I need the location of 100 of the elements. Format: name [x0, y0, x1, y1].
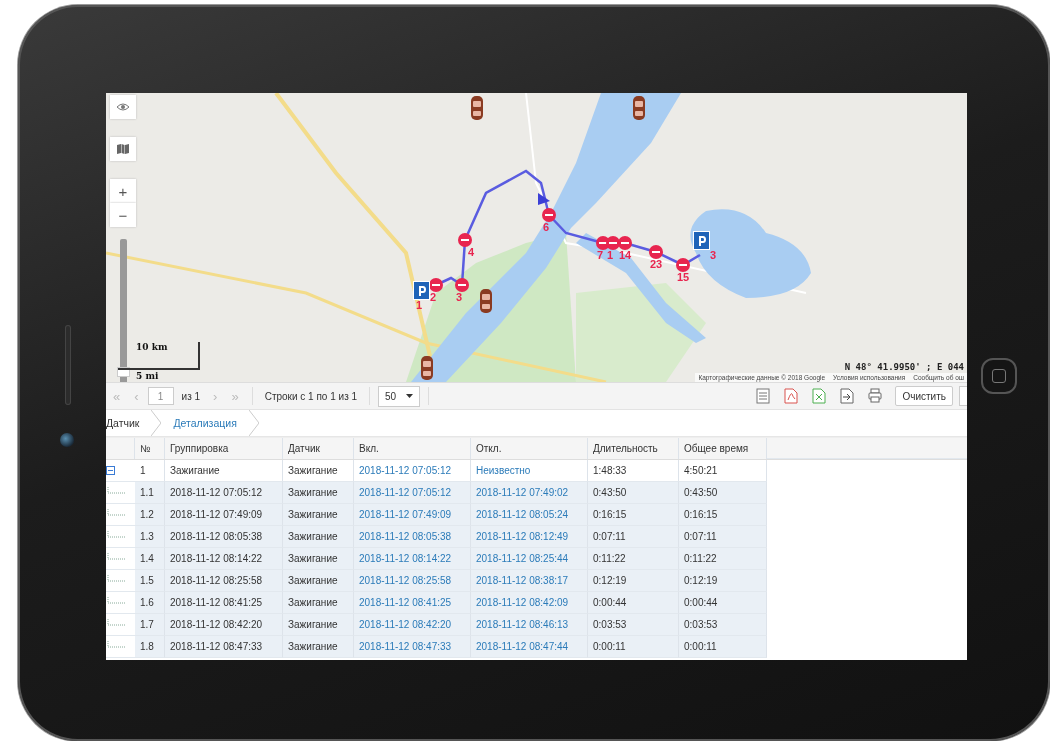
stop-number: 7 [597, 250, 604, 261]
column-header[interactable]: Откл. [471, 438, 588, 459]
time-link[interactable]: 2018-11-12 08:38:17 [471, 570, 588, 592]
table-cell: 2018-11-12 08:42:20 [165, 614, 283, 636]
table-cell: 2018-11-12 08:14:22 [165, 548, 283, 570]
table-cell: Зажигание [283, 504, 354, 526]
table-cell: Зажигание [283, 460, 354, 482]
caret-icon [406, 394, 414, 398]
time-link[interactable]: 2018-11-12 07:05:12 [354, 460, 471, 482]
parking-number: 1 [416, 300, 423, 311]
table-cell: 1.7 [135, 614, 165, 636]
zoom-in-button[interactable]: + [110, 179, 136, 203]
car-icon [420, 355, 434, 381]
table-cell: 1.2 [135, 504, 165, 526]
table-cell: 1:48:33 [588, 460, 679, 482]
table-cell: 0:07:11 [588, 526, 679, 548]
camera-icon [60, 433, 74, 447]
zoom-out-button[interactable]: − [110, 203, 136, 227]
table-cell: 0:43:50 [679, 482, 767, 504]
stop-sign-icon [458, 233, 472, 247]
table-cell: Зажигание [283, 482, 354, 504]
time-link[interactable]: Неизвестно [471, 460, 588, 482]
table-cell: 0:16:15 [679, 504, 767, 526]
stop-number: 3 [456, 292, 463, 303]
table-cell: 1 [135, 460, 165, 482]
column-header[interactable]: Длительность [588, 438, 679, 459]
table-cell: Зажигание [165, 460, 283, 482]
table-cell: 0:03:53 [588, 614, 679, 636]
table-cell: 0:00:44 [679, 592, 767, 614]
time-link[interactable]: 2018-11-12 08:05:38 [354, 526, 471, 548]
page-size-select[interactable]: 50 [378, 385, 421, 407]
breadcrumb-tab[interactable]: Детализация [161, 417, 249, 429]
car-icon [470, 95, 484, 121]
car-icon [479, 288, 493, 314]
table-cell: 1.5 [135, 570, 165, 592]
time-link[interactable]: 2018-11-12 08:05:24 [471, 504, 588, 526]
rows-info: Строки с 1 по 1 из 1 [263, 390, 359, 402]
scale-label: 5 mi [135, 371, 160, 381]
column-header[interactable]: Вкл. [354, 438, 471, 459]
clear-button[interactable]: Очистить [895, 386, 953, 406]
table-cell: 1.4 [135, 548, 165, 570]
time-link[interactable]: 2018-11-12 07:05:12 [354, 482, 471, 504]
stop-sign-icon [429, 278, 443, 292]
stop-number: 4 [468, 247, 475, 258]
map-type-button[interactable] [110, 137, 136, 161]
time-link[interactable]: 2018-11-12 08:42:09 [471, 592, 588, 614]
table-cell: 0:00:44 [588, 592, 679, 614]
table-cell: 4:50:21 [679, 460, 767, 482]
table-cell: 0:16:15 [588, 504, 679, 526]
table-cell: Зажигание [283, 636, 354, 658]
column-header[interactable]: Общее время [679, 438, 767, 459]
stop-number: 15 [677, 272, 690, 283]
table-cell: 1.6 [135, 592, 165, 614]
table-cell: Зажигание [283, 548, 354, 570]
parking-number: 3 [710, 250, 717, 261]
table-cell: 0:43:50 [588, 482, 679, 504]
time-link[interactable]: 2018-11-12 08:12:49 [471, 526, 588, 548]
table-cell: 0:03:53 [679, 614, 767, 636]
time-link[interactable]: 2018-11-12 07:49:09 [354, 504, 471, 526]
spreadsheet-file-icon [812, 388, 827, 404]
visibility-button[interactable] [110, 95, 136, 119]
table-cell: 0:11:22 [679, 548, 767, 570]
table-cell: 0:00:11 [679, 636, 767, 658]
time-link[interactable]: 2018-11-12 08:46:13 [471, 614, 588, 636]
time-link[interactable]: 2018-11-12 08:41:25 [354, 592, 471, 614]
stop-sign-icon [649, 245, 663, 259]
time-link[interactable]: 2018-11-12 08:14:22 [354, 548, 471, 570]
table-cell: 0:12:19 [588, 570, 679, 592]
eye-icon [116, 103, 130, 111]
table-cell: 0:12:19 [679, 570, 767, 592]
stop-number: 2 [430, 292, 437, 303]
folded-map-icon [117, 144, 129, 154]
table-cell: 0:00:11 [588, 636, 679, 658]
time-link[interactable]: 2018-11-12 08:25:44 [471, 548, 588, 570]
car-icon [632, 95, 646, 121]
time-link[interactable]: 2018-11-12 08:47:44 [471, 636, 588, 658]
table-cell: 2018-11-12 08:05:38 [165, 526, 283, 548]
slider-thumb[interactable] [116, 366, 130, 377]
table-cell: 0:07:11 [679, 526, 767, 548]
table-icon [756, 388, 771, 404]
zoom-slider[interactable] [119, 239, 127, 382]
table-cell: 2018-11-12 07:05:12 [165, 482, 283, 504]
pdf-file-icon [784, 388, 799, 404]
table-cell: 1.1 [135, 482, 165, 504]
table-cell: 2018-11-12 08:47:33 [165, 636, 283, 658]
chevron-icon [248, 410, 259, 436]
column-header[interactable]: Группировка [165, 438, 283, 459]
table-cell: 1.8 [135, 636, 165, 658]
time-link[interactable]: 2018-11-12 08:42:20 [354, 614, 471, 636]
home-button[interactable] [981, 358, 1017, 394]
time-link[interactable]: 2018-11-12 08:47:33 [354, 636, 471, 658]
time-link[interactable]: 2018-11-12 08:25:58 [354, 570, 471, 592]
column-header[interactable]: Датчик [283, 438, 354, 459]
parking-icon [413, 281, 430, 300]
chevron-icon [151, 410, 162, 436]
time-link[interactable]: 2018-11-12 07:49:02 [471, 482, 588, 504]
breadcrumb-tab[interactable]: Датчик [106, 417, 152, 429]
table-cell: Зажигание [283, 526, 354, 548]
column-header[interactable]: № [135, 438, 165, 459]
file-arrow-icon [840, 388, 855, 404]
